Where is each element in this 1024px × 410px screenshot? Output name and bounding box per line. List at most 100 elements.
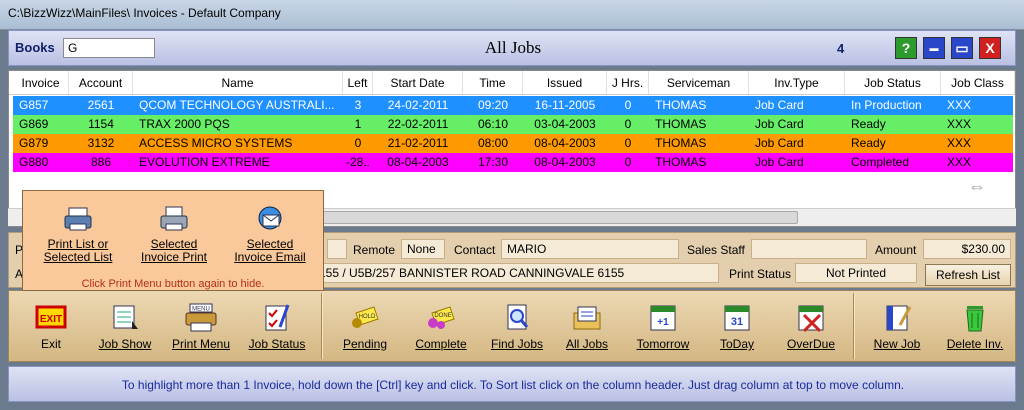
column-header[interactable]: Invoice [13,71,69,94]
delete-inv-button[interactable]: Delete Inv. [937,303,1013,351]
table-cell: 09:20 [477,98,509,112]
table-cell: 2561 [87,98,115,112]
table-cell: 17:30 [477,155,509,169]
table-cell: 1154 [88,117,114,131]
job-show-button[interactable]: Job Show [87,303,163,351]
table-cell: 0 [354,136,362,150]
column-header[interactable]: Inv.Type [749,71,845,94]
svg-text:EXIT: EXIT [40,314,62,325]
print-list-icon [64,207,92,231]
maximize-button[interactable]: ▭ [951,37,973,59]
job-show-icon [113,305,138,329]
table-cell: 1 [354,117,362,131]
find-jobs-button[interactable]: Find Jobs [479,303,555,351]
table-cell: 08-04-2003 [387,155,449,169]
tomorrow-button[interactable]: +1 Tomorrow [625,303,701,351]
minimize-button[interactable]: ▬ [923,37,945,59]
complete-label: Complete [415,337,467,351]
exit-label: Exit [40,337,61,351]
invoice-email-label-2: Invoice Email [234,250,306,264]
details-field-blank [327,239,347,259]
calendar-overdue-icon [798,305,824,333]
svg-text:HOLD: HOLD [359,314,376,320]
today-button[interactable]: 31 ToDay [699,303,775,351]
overdue-button[interactable]: OverDue [773,303,849,351]
table-cell: Job Card [755,117,804,131]
column-header[interactable]: Name [133,71,343,94]
print-menu-icon: MENU [185,303,217,332]
job-status-icon [265,304,290,331]
table-cell: 08-04-2003 [534,136,596,150]
table-cell: -28.. [345,155,370,169]
print-list-button[interactable]: Print List or Selected List [33,206,123,264]
table-cell: Ready [851,136,886,150]
table-cell: QCOM TECHNOLOGY AUSTRALI... [139,98,335,112]
column-header[interactable]: Account [69,71,133,94]
header-bar: Books G All Jobs 4 ? ▬ ▭ X [8,30,1016,66]
column-nav-icon[interactable]: ⇔ [959,176,995,198]
contact-label: Contact [454,243,496,257]
column-header[interactable]: Start Date [373,71,463,94]
table-cell: 22-02-2011 [387,117,449,131]
done-icon: DONE [428,306,455,329]
help-button[interactable]: ? [895,37,917,59]
print-list-label-2: Selected List [43,250,113,264]
table-cell: XXX [947,136,972,150]
table-row[interactable]: G879 3132 ACCESS MICRO SYSTEMS 0 21-02-2011 0… [13,134,1013,153]
close-button[interactable]: X [979,37,1001,59]
column-header[interactable]: Left [343,71,373,94]
new-job-button[interactable]: New Job [859,303,935,351]
column-header[interactable]: Time [463,71,523,94]
table-cell: 886 [90,155,112,169]
new-job-label: New Job [873,337,921,351]
table-cell: 0 [624,98,632,112]
refresh-list-button[interactable]: Refresh List [925,264,1011,286]
title-bar: C:\BizzWizz\MainFiles\ Invoices - Defaul… [0,0,1024,30]
job-status-label: Job Status [248,337,306,351]
toolbar-separator [321,293,323,359]
selected-invoice-email-button[interactable]: Selected Invoice Email [225,206,315,264]
selected-invoice-print-button[interactable]: Selected Invoice Print [129,206,219,264]
complete-button[interactable]: DONE Complete [403,303,479,351]
column-header[interactable]: Issued [523,71,607,94]
toolbar-separator [853,293,855,359]
print-menu-label: Print Menu [171,337,231,351]
column-header[interactable]: Job Status [845,71,941,94]
table-cell: 16-11-2005 [534,98,596,112]
table-cell: 06:10 [477,117,509,131]
column-header[interactable]: Job Class [941,71,1015,94]
column-header[interactable]: Serviceman [649,71,749,94]
new-job-icon [886,305,912,331]
job-status-button[interactable]: Job Status [239,303,315,351]
all-jobs-button[interactable]: All Jobs [549,303,625,351]
table-row[interactable]: G857 2561 QCOM TECHNOLOGY AUSTRALI... 3 24-0… [13,96,1013,115]
table-cell: G857 [19,98,49,112]
print-status-field: Not Printed [795,263,917,283]
table-cell: Job Card [755,155,804,169]
invoice-email-label-1: Selected [246,237,294,251]
svg-text:MENU: MENU [192,307,210,313]
printer-icon [160,206,188,231]
table-cell: 21-02-2011 [387,136,449,150]
tomorrow-label: Tomorrow [636,337,690,351]
hold-icon: HOLD [352,306,379,328]
table-cell: ACCESS MICRO SYSTEMS [139,136,293,150]
exit-button[interactable]: EXIT Exit [13,303,89,351]
print-menu-button[interactable]: MENU Print Menu [163,303,239,351]
sales-staff-field [751,239,867,259]
job-show-label: Job Show [98,337,152,351]
table-cell: Completed [851,155,910,169]
table-cell: 03-04-2003 [534,117,596,131]
table-row[interactable]: G869 1154 TRAX 2000 PQS 1 22-02-2011 06:10 03-… [13,115,1013,134]
all-jobs-icon [573,306,601,330]
table-cell: G879 [19,136,49,150]
remote-label: Remote [353,243,396,257]
table-cell: XXX [947,117,972,131]
main-toolbar: EXIT Exit Job Show MENU Print Menu Job S… [8,290,1016,362]
column-header[interactable]: J Hrs. [607,71,649,94]
table-cell: In Production [851,98,922,112]
invoice-print-label-1: Selected [150,237,198,251]
window-title: C:\BizzWizz\MainFiles\ Invoices - Defaul… [8,6,281,20]
table-row[interactable]: G880 886 EVOLUTION EXTREME -28.. 08-04-2003 1… [13,153,1013,172]
pending-button[interactable]: HOLD Pending [327,303,403,351]
